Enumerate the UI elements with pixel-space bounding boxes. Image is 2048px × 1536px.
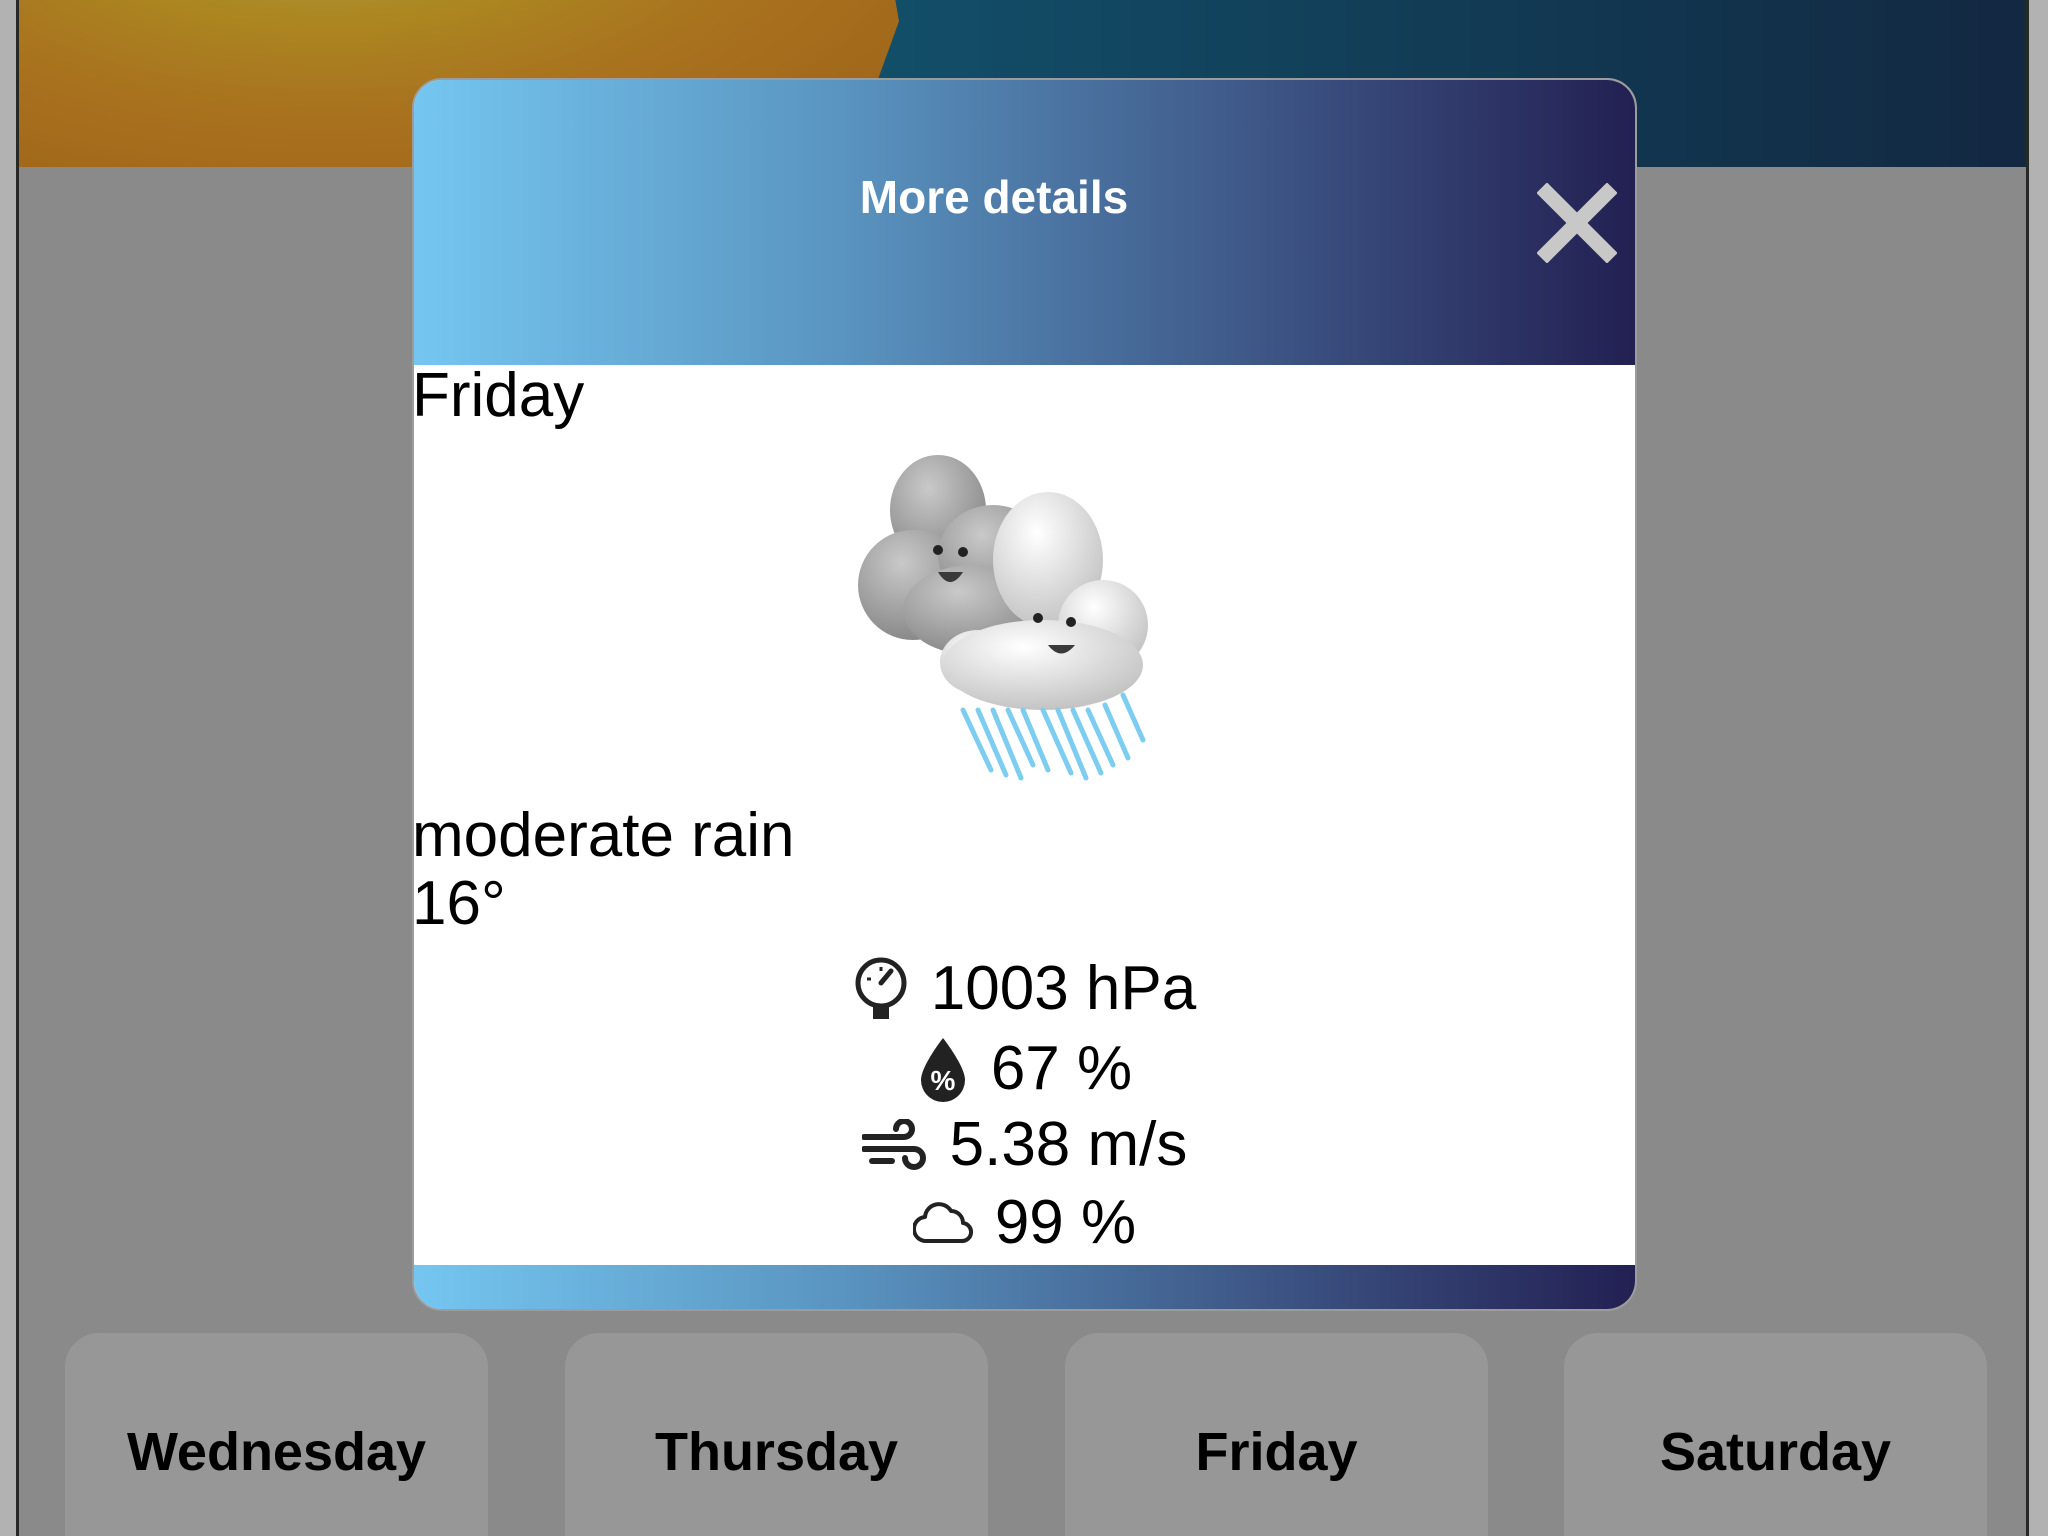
humidity-row: % 67 % [412, 1036, 1637, 1102]
weather-description: moderate rain [412, 801, 795, 870]
pressure-value: 1003 hPa [930, 954, 1197, 1023]
pressure-gauge-icon [855, 957, 907, 1019]
wind-icon [861, 1119, 926, 1170]
close-button[interactable] [1536, 182, 1618, 264]
cloudiness-value: 99 % [994, 1188, 1137, 1257]
modal-footer [414, 1265, 1635, 1309]
wind-row: 5.38 m/s [412, 1114, 1637, 1176]
modal-day-name: Friday [412, 361, 585, 430]
close-icon [1536, 182, 1618, 264]
temperature: 16° [412, 869, 506, 938]
wind-value: 5.38 m/s [949, 1110, 1188, 1179]
rain-clouds-icon [858, 455, 1148, 781]
modal-title: More details [859, 171, 1129, 223]
cloudiness-row: 99 % [412, 1192, 1637, 1254]
humidity-drop-icon: % [920, 1038, 965, 1102]
modal-header: More details [414, 80, 1635, 365]
pressure-row: 1003 hPa [412, 957, 1637, 1021]
humidity-value: 67 % [990, 1034, 1133, 1103]
cloud-outline-icon [912, 1202, 973, 1244]
svg-text:%: % [930, 1065, 955, 1096]
